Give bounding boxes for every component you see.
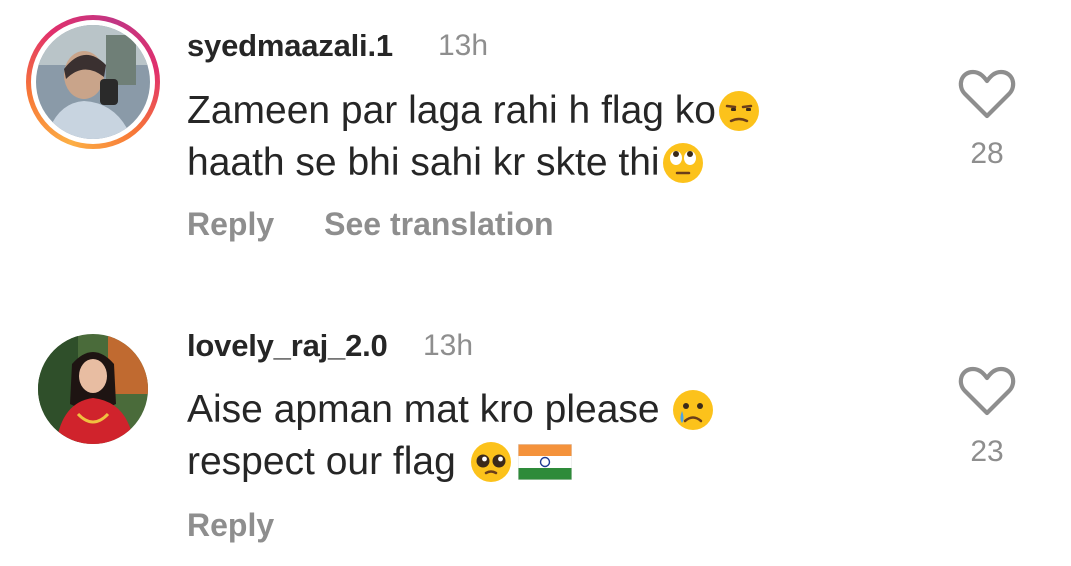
reply-button[interactable]: Reply — [187, 507, 274, 544]
comment-username[interactable]: lovely_raj_2.0 — [187, 328, 388, 364]
face-with-rolling-eyes-emoji — [662, 143, 703, 183]
comment-actions: Reply See translation — [187, 206, 554, 243]
like-count: 28 — [970, 137, 1004, 170]
avatar[interactable] — [38, 334, 148, 444]
heart-icon[interactable] — [958, 68, 1016, 120]
comment-username[interactable]: syedmaazali.1 — [187, 28, 393, 64]
comment-actions: Reply — [187, 507, 274, 544]
comment-timestamp: 13h — [438, 29, 489, 62]
comment-text: Aise apman mat kro please respect our fl… — [187, 384, 714, 488]
like-count: 23 — [970, 435, 1004, 468]
comment-item: lovely_raj_2.0 13h Aise apman mat kro pl… — [0, 300, 1071, 566]
avatar-photo-icon — [36, 25, 150, 139]
avatar — [36, 25, 150, 139]
comment-timestamp: 13h — [423, 329, 474, 362]
reply-button[interactable]: Reply — [187, 206, 274, 243]
comment-line: Aise apman mat kro please — [187, 388, 660, 431]
india-flag-emoji — [517, 444, 572, 480]
unamused-face-emoji — [718, 91, 759, 131]
avatar-story-ring[interactable] — [26, 15, 160, 149]
comment-line: haath se bhi sahi kr skte thi — [187, 141, 660, 184]
heart-icon[interactable] — [958, 365, 1016, 417]
avatar-photo-icon — [38, 334, 148, 444]
comment-text: Zameen par laga rahi h flag ko haath se … — [187, 85, 760, 189]
pleading-face-emoji — [470, 442, 511, 482]
comment-line: respect our flag — [187, 440, 456, 483]
crying-face-emoji — [672, 390, 713, 430]
comment-line: Zameen par laga rahi h flag ko — [187, 89, 716, 132]
see-translation-button[interactable]: See translation — [324, 206, 553, 243]
comment-item: syedmaazali.1 13h Zameen par laga rahi h… — [0, 0, 1071, 290]
